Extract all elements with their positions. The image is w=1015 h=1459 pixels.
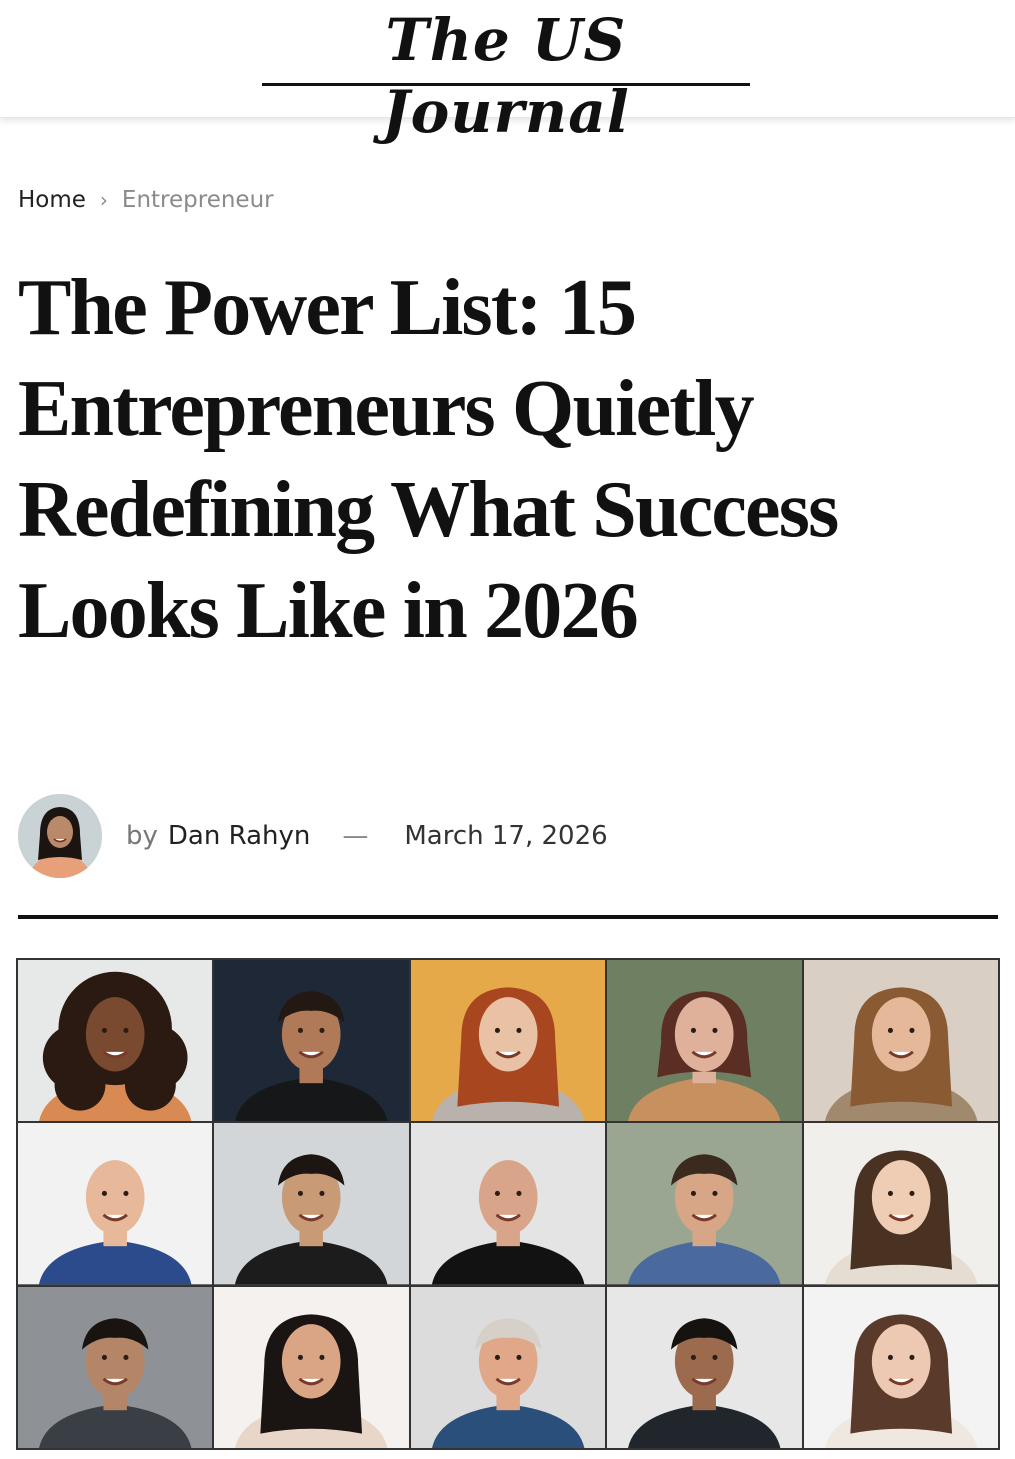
portrait-image [214, 1123, 409, 1285]
collage-portrait-9 [607, 1123, 802, 1285]
portrait-image [410, 1123, 606, 1285]
portrait-image [607, 1123, 802, 1285]
site-header: The US Journal [0, 0, 1015, 146]
collage-portrait-10 [803, 1123, 998, 1285]
portrait-image [803, 1123, 998, 1285]
publish-date: March 17, 2026 [404, 821, 608, 851]
portrait-image [214, 1286, 409, 1448]
author-avatar[interactable] [18, 794, 102, 878]
collage-portrait-1 [18, 960, 213, 1122]
logo-underline [262, 83, 750, 86]
byline-separator: — [342, 821, 369, 851]
collage-portrait-11 [18, 1286, 213, 1448]
portrait-image [410, 960, 606, 1122]
portrait-image [607, 960, 802, 1122]
collage-portrait-5 [803, 960, 998, 1122]
breadcrumb-home-link[interactable]: Home [18, 187, 86, 213]
collage-portrait-12 [214, 1286, 409, 1448]
collage-portrait-4 [607, 960, 802, 1122]
portrait-image [18, 1286, 213, 1448]
by-prefix: by [126, 821, 158, 851]
collage-portrait-3 [410, 960, 606, 1122]
portrait-image [803, 1286, 998, 1448]
article-byline: by Dan Rahyn — March 17, 2026 [18, 792, 608, 880]
collage-portrait-7 [214, 1123, 409, 1285]
collage-portrait-13 [410, 1286, 606, 1448]
collage-portrait-6 [18, 1123, 213, 1285]
portrait-image [18, 960, 213, 1122]
portrait-image [18, 1123, 213, 1285]
article-title: The Power List: 15 Entrepreneurs Quietly… [18, 264, 839, 655]
author-name-link[interactable]: Dan Rahyn [168, 821, 310, 851]
portrait-image [410, 1286, 606, 1448]
portrait-image [607, 1286, 802, 1448]
collage-portrait-8 [410, 1123, 606, 1285]
portrait-image [803, 960, 998, 1122]
featured-image-collage[interactable] [16, 958, 1000, 1450]
breadcrumb-entrepreneur-link[interactable]: Entrepreneur [122, 187, 274, 213]
author-portrait-image [18, 794, 102, 878]
chevron-right-icon: › [99, 188, 108, 212]
portrait-image [214, 960, 409, 1122]
breadcrumb: Home › Entrepreneur [18, 184, 274, 216]
section-divider [18, 915, 998, 919]
byline-text: by Dan Rahyn — March 17, 2026 [126, 821, 608, 851]
collage-portrait-2 [214, 960, 409, 1122]
collage-portrait-15 [803, 1286, 998, 1448]
site-logo-text: The US Journal [382, 6, 630, 146]
site-logo[interactable]: The US Journal [262, 4, 750, 146]
collage-portrait-14 [607, 1286, 802, 1448]
